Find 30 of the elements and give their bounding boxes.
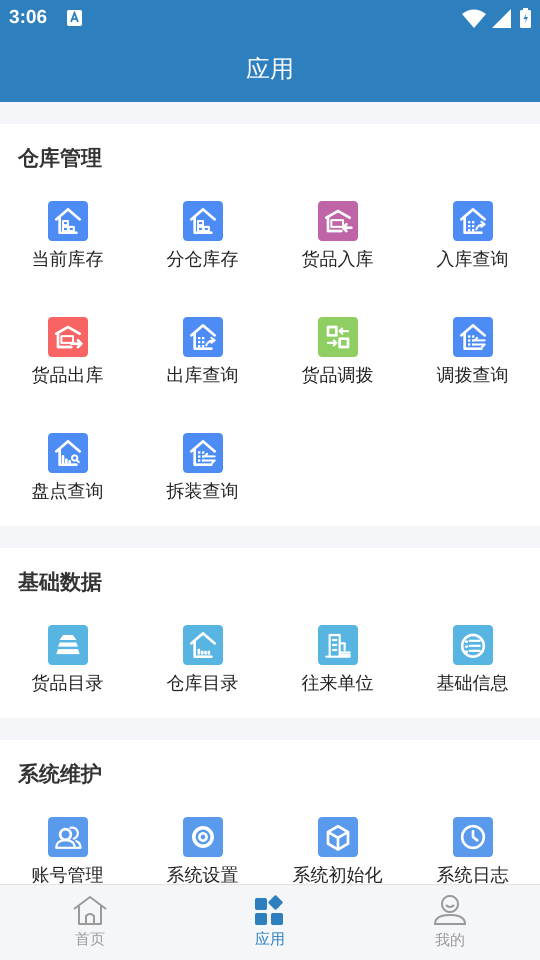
app-shortcut[interactable]: 系统初始化 — [292, 865, 382, 884]
app-shortcut[interactable]: 入库查询 — [436, 249, 508, 271]
page-title: 应用 — [246, 54, 294, 85]
app-shortcut[interactable]: 货品调拨 — [302, 365, 374, 387]
section-title: 仓库管理 — [16, 145, 103, 172]
app-shortcut[interactable]: 分仓库存 — [166, 249, 238, 271]
app-shortcut[interactable]: 货品入库 — [302, 249, 374, 271]
app-shortcut[interactable]: 货品目录 — [32, 673, 104, 695]
user-icon — [432, 893, 468, 928]
notification-icon — [67, 10, 82, 26]
app-shortcut[interactable]: 基础信息 — [436, 673, 508, 695]
signal-icon — [492, 8, 511, 28]
section-title: 系统维护 — [16, 761, 103, 788]
app-shortcut[interactable]: 调拨查询 — [436, 365, 508, 387]
clock-time: 3:06 — [9, 6, 48, 30]
app-shortcut[interactable]: 货品出库 — [32, 365, 104, 387]
app-shortcut[interactable]: 拆装查询 — [166, 481, 238, 503]
app-shortcut[interactable]: 系统设置 — [166, 865, 238, 884]
app-shortcut[interactable]: 账号管理 — [32, 865, 104, 884]
app-shortcut[interactable]: 出库查询 — [166, 365, 238, 387]
app-shortcut[interactable]: 往来单位 — [302, 673, 374, 695]
battery-icon — [520, 8, 531, 28]
app-shortcut[interactable]: 仓库目录 — [166, 673, 238, 695]
app-shortcut[interactable]: 当前库存 — [32, 249, 104, 271]
home-icon — [71, 894, 109, 926]
app-shortcut[interactable]: 系统日志 — [436, 865, 508, 884]
nav-tab[interactable]: 应用 — [180, 885, 360, 960]
app-shortcut[interactable]: 盘点查询 — [32, 481, 104, 503]
wifi-icon — [462, 8, 486, 28]
section-title: 基础数据 — [17, 569, 103, 596]
